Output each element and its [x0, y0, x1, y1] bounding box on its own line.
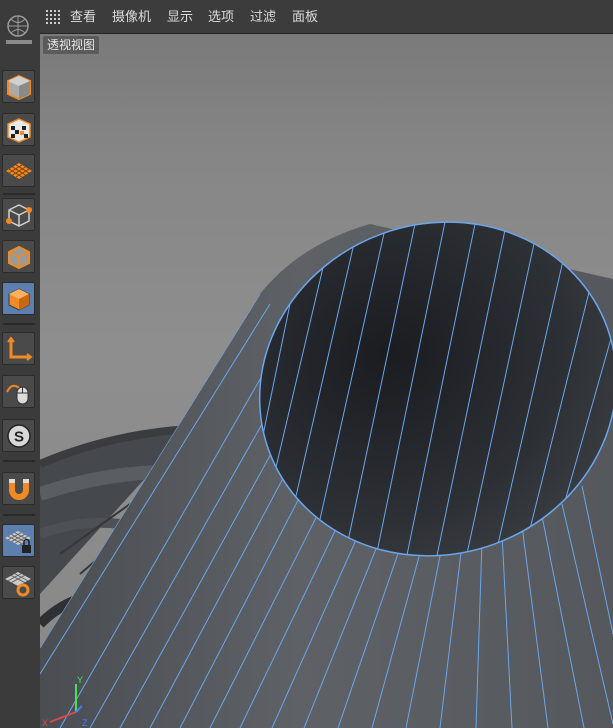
- soft-selection-button[interactable]: S: [2, 419, 35, 452]
- magnet-snap-icon: [8, 478, 29, 500]
- edge-mode-icon: [7, 245, 30, 269]
- perspective-viewport[interactable]: 透视视图 Y X Z: [40, 34, 613, 728]
- svg-text:X: X: [42, 718, 48, 728]
- point-mode-icon: [5, 203, 32, 227]
- axis-icon: [6, 335, 33, 361]
- checker-cube-button[interactable]: [2, 113, 35, 146]
- mouse-tweak-button[interactable]: [2, 375, 35, 408]
- grid-lock-button[interactable]: [2, 524, 35, 557]
- panel-grip-icon[interactable]: [46, 10, 60, 24]
- grid-plane-icon: [5, 162, 32, 179]
- menu-options[interactable]: 选项: [208, 9, 234, 25]
- axis-button[interactable]: [2, 332, 35, 365]
- menu-display[interactable]: 显示: [167, 9, 193, 25]
- axis-gizmo-icon: Y X Z: [42, 675, 88, 728]
- menu-panels[interactable]: 面板: [292, 9, 318, 25]
- magnet-snap-button[interactable]: [2, 472, 35, 505]
- app-logo-icon: [4, 6, 34, 50]
- viewport-menubar: 查看 摄像机 显示 选项 过滤 面板: [40, 0, 613, 34]
- workplane-button[interactable]: [2, 566, 35, 599]
- svg-text:Y: Y: [77, 675, 83, 685]
- svg-text:Z: Z: [82, 718, 88, 728]
- svg-text:S: S: [13, 428, 23, 445]
- grid-plane-button[interactable]: [2, 154, 35, 187]
- 3d-scene[interactable]: [40, 34, 613, 728]
- polygon-mode-icon: [8, 287, 29, 311]
- menu-camera[interactable]: 摄像机: [112, 9, 151, 25]
- left-toolbar: S: [0, 0, 41, 728]
- grid-lock-icon: [4, 530, 31, 553]
- checker-cube-icon: [6, 117, 31, 143]
- cube-mode-button[interactable]: [2, 70, 35, 103]
- polygon-mode-button[interactable]: [2, 282, 35, 315]
- mouse-tweak-icon: [5, 384, 28, 404]
- menu-filter[interactable]: 过滤: [250, 9, 276, 25]
- menu-view[interactable]: 查看: [70, 9, 96, 25]
- edge-mode-button[interactable]: [2, 240, 35, 273]
- soft-selection-icon: S: [6, 423, 31, 448]
- view-label: 透视视图: [43, 36, 100, 54]
- cube-mode-icon: [6, 74, 31, 100]
- workplane-icon: [4, 571, 31, 596]
- point-mode-button[interactable]: [2, 198, 35, 231]
